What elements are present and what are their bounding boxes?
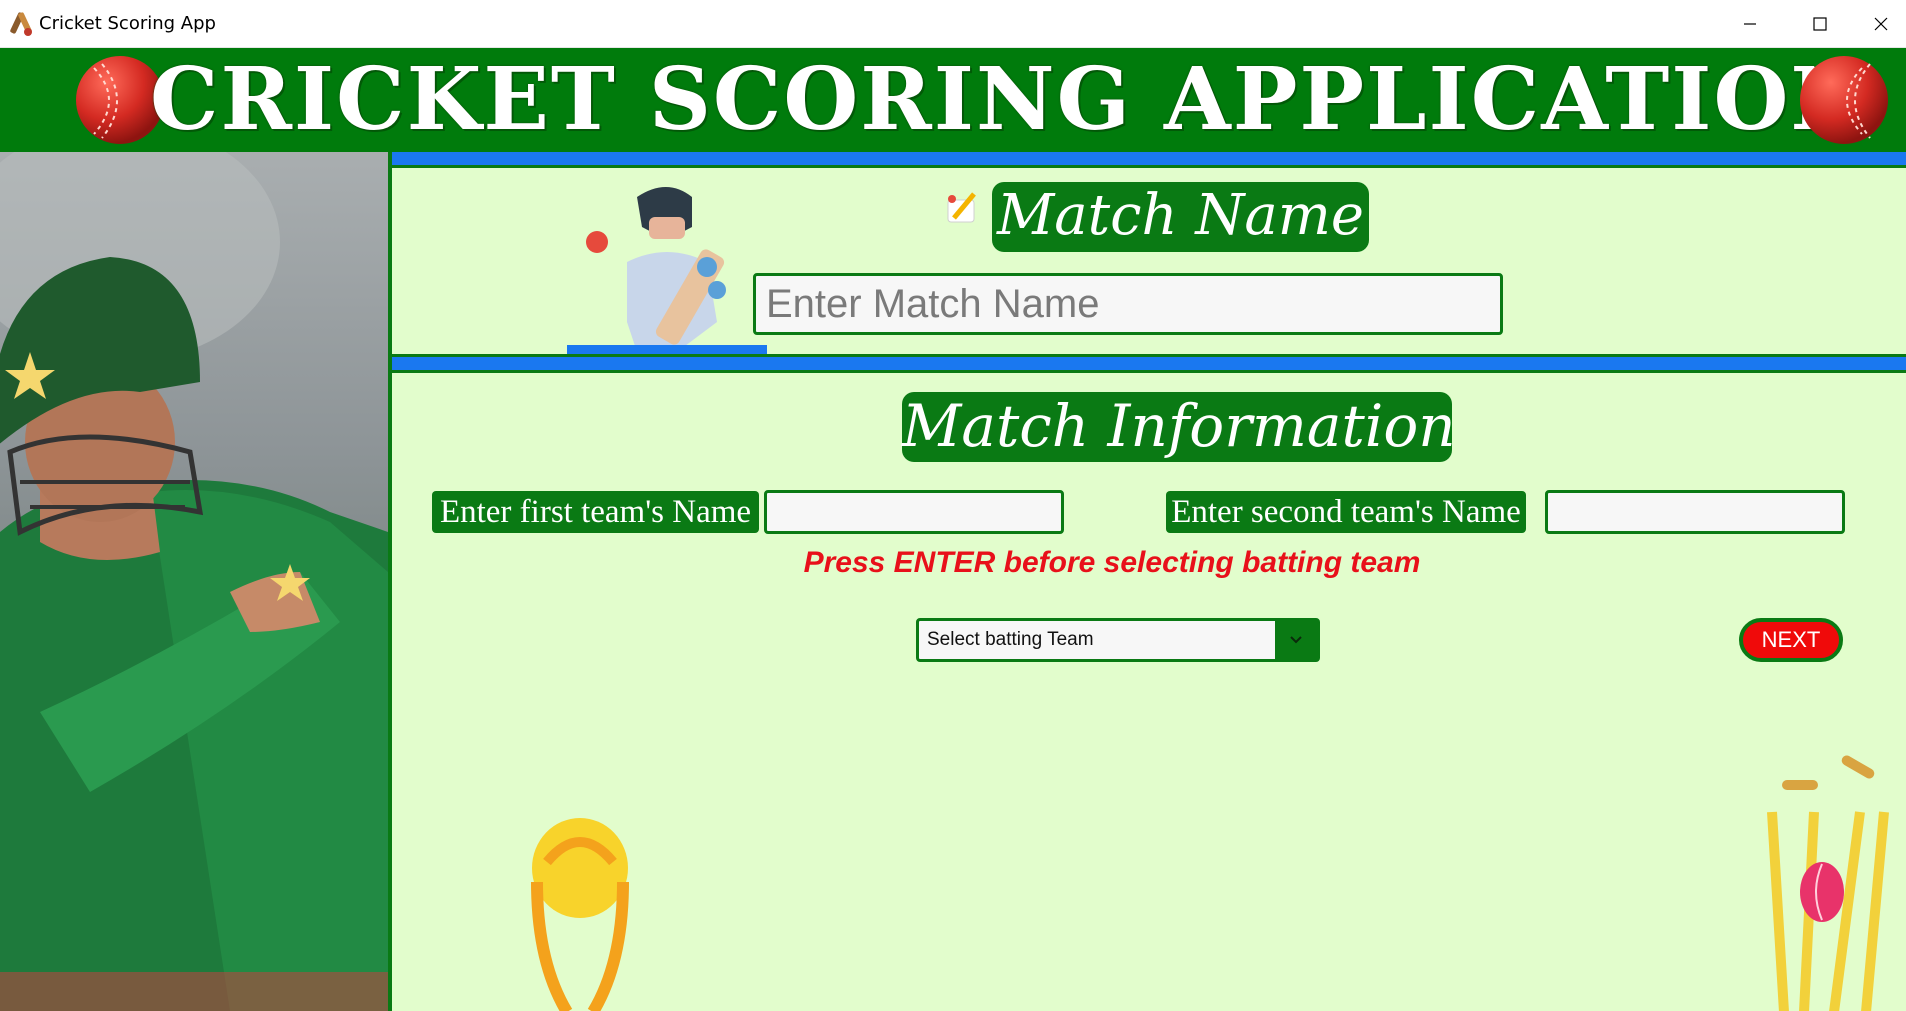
window-title: Cricket Scoring App: [39, 13, 216, 34]
close-icon: [1874, 17, 1887, 31]
minimize-icon: [1744, 23, 1756, 25]
enter-hint-text: Press ENTER before selecting batting tea…: [803, 546, 1421, 579]
chevron-down-icon: [1290, 636, 1302, 644]
maximize-button[interactable]: [1785, 0, 1855, 48]
app-banner: CRICKET SCORING APPLICATION: [0, 48, 1906, 152]
first-team-label: Enter first team's Name: [432, 491, 759, 533]
divider-line: [392, 165, 1906, 168]
app-icon: [10, 12, 32, 36]
player-illustration: [0, 152, 388, 1011]
batting-team-select[interactable]: Select batting Team: [916, 618, 1320, 662]
match-name-heading: Match Name: [992, 182, 1369, 252]
app-title: CRICKET SCORING APPLICATION: [150, 49, 1871, 150]
wicket-illustration: [1767, 755, 1889, 1011]
match-name-input[interactable]: [753, 273, 1503, 335]
main-content: Match Name Match Information Enter first…: [388, 152, 1906, 1011]
match-info-heading: Match Information: [902, 392, 1456, 462]
dropdown-button[interactable]: [1275, 621, 1317, 659]
close-button[interactable]: [1855, 0, 1906, 48]
trophy-illustration: [531, 818, 629, 1011]
next-button[interactable]: NEXT: [1739, 618, 1843, 662]
cricket-ball-icon: [1800, 56, 1888, 144]
minimize-button[interactable]: [1715, 0, 1785, 48]
second-team-input[interactable]: [1545, 490, 1845, 534]
batsman-illustration: [567, 187, 767, 357]
divider-line: [392, 370, 1906, 373]
second-team-label: Enter second team's Name: [1166, 491, 1526, 533]
batting-team-select-label: Select batting Team: [927, 629, 1094, 650]
first-team-input[interactable]: [764, 490, 1064, 534]
maximize-icon: [1813, 17, 1827, 31]
divider-stripe: [392, 152, 1906, 165]
divider-stripe: [392, 357, 1906, 370]
pencil-icon: [947, 192, 976, 223]
window-title-bar: Cricket Scoring App: [0, 0, 1906, 48]
player-photo: [0, 152, 388, 1011]
